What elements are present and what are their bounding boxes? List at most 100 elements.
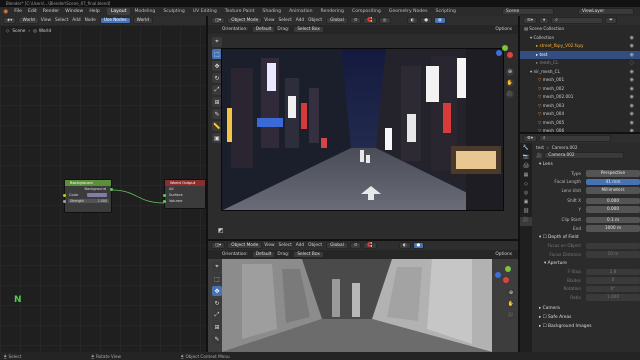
pivot2-icon[interactable]: ⊙: [349, 242, 362, 249]
clip-end-field[interactable]: 1000 m: [586, 225, 640, 232]
lens-unit-dropdown[interactable]: Millimeters: [586, 187, 640, 194]
outliner-test[interactable]: ▸ test ◉: [520, 50, 640, 60]
scene-tab-icon[interactable]: ◇: [520, 181, 532, 190]
overlay-icon[interactable]: ◐: [406, 17, 419, 24]
shading-solid-icon[interactable]: ●: [420, 17, 433, 24]
outliner-filter-icon[interactable]: ⏷: [605, 17, 617, 24]
tab-modeling[interactable]: Modeling: [130, 8, 159, 15]
nav-gizmo-2[interactable]: [491, 263, 513, 285]
outliner-fspy-camera[interactable]: ▸ street_fbpy_V02.fspy ◉: [520, 42, 640, 51]
options2-button[interactable]: Options: [495, 252, 512, 257]
mode-dropdown[interactable]: Object Mode: [227, 17, 263, 24]
vp2-menu-view[interactable]: View: [264, 243, 274, 248]
outliner-scene-collection[interactable]: ▤ Scene Collection: [520, 25, 640, 34]
drag-dropdown[interactable]: Select Box: [293, 26, 324, 33]
options-button[interactable]: Options: [495, 27, 512, 32]
background-images-panel-header[interactable]: ▸ ☐ Background Images: [532, 322, 640, 331]
tab-sculpting[interactable]: Sculpting: [159, 8, 188, 15]
camera-icon[interactable]: 🎥: [506, 90, 514, 98]
focal-length-field[interactable]: 41 mm: [586, 178, 640, 185]
menu-render[interactable]: Render: [40, 9, 62, 14]
outliner-mesh-001[interactable]: ▽ mesh_001 ◉: [520, 76, 640, 85]
tab-scripting[interactable]: Scripting: [432, 8, 460, 15]
world-slot[interactable]: World: [132, 17, 153, 24]
output-tab-icon[interactable]: 🖨: [520, 163, 532, 172]
node-menu-node[interactable]: Node: [85, 18, 96, 23]
volume-input-socket[interactable]: [163, 199, 166, 203]
vp2-menu-add[interactable]: Add: [296, 243, 304, 248]
focus-distance-field[interactable]: 10 m: [586, 251, 640, 258]
orientation2-dropdown[interactable]: Default: [251, 251, 276, 258]
outliner-mesh-003[interactable]: ▽ mesh_003 ◉: [520, 102, 640, 111]
x-axis-icon[interactable]: [507, 52, 513, 58]
lens-panel-header[interactable]: ▾ Lens: [532, 160, 640, 169]
camera-datablock[interactable]: 🎥 Camera.002: [532, 151, 640, 160]
blender-logo-icon[interactable]: ◉: [3, 8, 8, 15]
clip-start-field[interactable]: 0.1 m: [586, 216, 640, 223]
camera-data-tab-icon[interactable]: 🎥: [520, 217, 532, 226]
cursor-tool-icon[interactable]: ⌖: [212, 37, 222, 47]
node-editor-area[interactable]: ◇ Scene › ◎ World Background Background …: [0, 25, 206, 352]
tab-compositing[interactable]: Compositing: [348, 8, 385, 15]
shading2-solid-icon[interactable]: ●: [412, 242, 425, 249]
transform-orientation[interactable]: Global: [326, 17, 348, 24]
fstop-field[interactable]: 2.8: [586, 268, 640, 275]
outliner-mesh-005[interactable]: ▽ mesh_005 ◉: [520, 119, 640, 128]
tab-uv-editing[interactable]: UV Editing: [189, 8, 221, 15]
node-menu-add[interactable]: Add: [72, 18, 80, 23]
vp2-menu-object[interactable]: Object: [308, 243, 322, 248]
blades-field[interactable]: 0: [586, 277, 640, 284]
strength-field[interactable]: Strength 1.000: [68, 199, 109, 203]
tab-rendering[interactable]: Rendering: [317, 8, 348, 15]
lens-type-dropdown[interactable]: Perspective: [586, 170, 640, 177]
outliner-mesh-002[interactable]: ▽ mesh_002 ◉: [520, 85, 640, 94]
outliner-mesh-002-001[interactable]: ▽ mesh_002.001 ◉: [520, 93, 640, 102]
color-input-socket[interactable]: [63, 193, 66, 197]
visibility-icon[interactable]: ◉: [630, 68, 634, 77]
vp-menu-object[interactable]: Object: [308, 18, 322, 23]
viewport-top-area[interactable]: ⌖ ⬚ ✥ ↻ ⤢ ⊞ ✎ 📏 ▣ ⊕ ✋ 🎥 ◩: [208, 34, 518, 239]
safe-areas-checkbox[interactable]: ☐: [543, 315, 547, 320]
cursor-tool2-icon[interactable]: ⌖: [212, 262, 222, 272]
visibility-icon[interactable]: ◉: [630, 51, 634, 60]
visibility-icon[interactable]: ◉: [630, 34, 634, 43]
vp-menu-add[interactable]: Add: [296, 18, 304, 23]
ratio-field[interactable]: 1.000: [586, 294, 640, 301]
overlay2-icon[interactable]: ◐: [398, 242, 411, 249]
mode2-dropdown[interactable]: Object Mode: [227, 242, 263, 249]
properties-editor-type[interactable]: ⚙▾: [523, 135, 538, 142]
visibility-icon[interactable]: ◉: [630, 42, 634, 51]
outliner-collection[interactable]: ▾ Collection ◉: [520, 34, 640, 43]
z-axis2-icon[interactable]: [495, 272, 501, 278]
proportional-icon[interactable]: ◎: [378, 17, 391, 24]
drag2-dropdown[interactable]: Select Box: [293, 251, 324, 258]
pivot-icon[interactable]: ⊙: [349, 17, 362, 24]
hidden-icon[interactable]: ◌: [630, 59, 634, 68]
visibility-icon[interactable]: ◉: [630, 110, 634, 119]
target-dropdown[interactable]: All: [169, 187, 173, 191]
constraints-tab-icon[interactable]: ⛓: [520, 208, 532, 217]
camera2-icon[interactable]: 🎥: [507, 311, 515, 319]
pan-hand-icon[interactable]: ✋: [506, 79, 514, 87]
pan2-hand-icon[interactable]: ✋: [507, 300, 515, 308]
render-tab-icon[interactable]: 📷: [520, 154, 532, 163]
vp2-menu-select[interactable]: Select: [279, 243, 292, 248]
world-type-dropdown[interactable]: World: [18, 17, 39, 24]
strength-input-socket[interactable]: [63, 199, 66, 203]
editor-type-button[interactable]: ◈▾: [3, 17, 17, 24]
rotate-tool2-icon[interactable]: ↻: [212, 298, 222, 308]
tab-shading[interactable]: Shading: [258, 8, 285, 15]
scale-tool2-icon[interactable]: ⤢: [212, 310, 222, 320]
shift-x-field[interactable]: 0.000: [586, 197, 640, 204]
visibility-icon[interactable]: ◉: [630, 102, 634, 111]
node-menu-view[interactable]: View: [41, 18, 51, 23]
y-axis2-icon[interactable]: [505, 266, 511, 272]
bg-images-checkbox[interactable]: ☐: [543, 324, 547, 329]
tab-texture-paint[interactable]: Texture Paint: [221, 8, 259, 15]
menu-window[interactable]: Window: [62, 9, 86, 14]
vp-menu-view[interactable]: View: [264, 18, 274, 23]
x-axis2-icon[interactable]: [503, 277, 509, 283]
visibility-icon[interactable]: ◉: [630, 76, 634, 85]
view-layer-tab-icon[interactable]: ▦: [520, 172, 532, 181]
use-nodes-toggle[interactable]: Use Nodes: [99, 17, 131, 24]
